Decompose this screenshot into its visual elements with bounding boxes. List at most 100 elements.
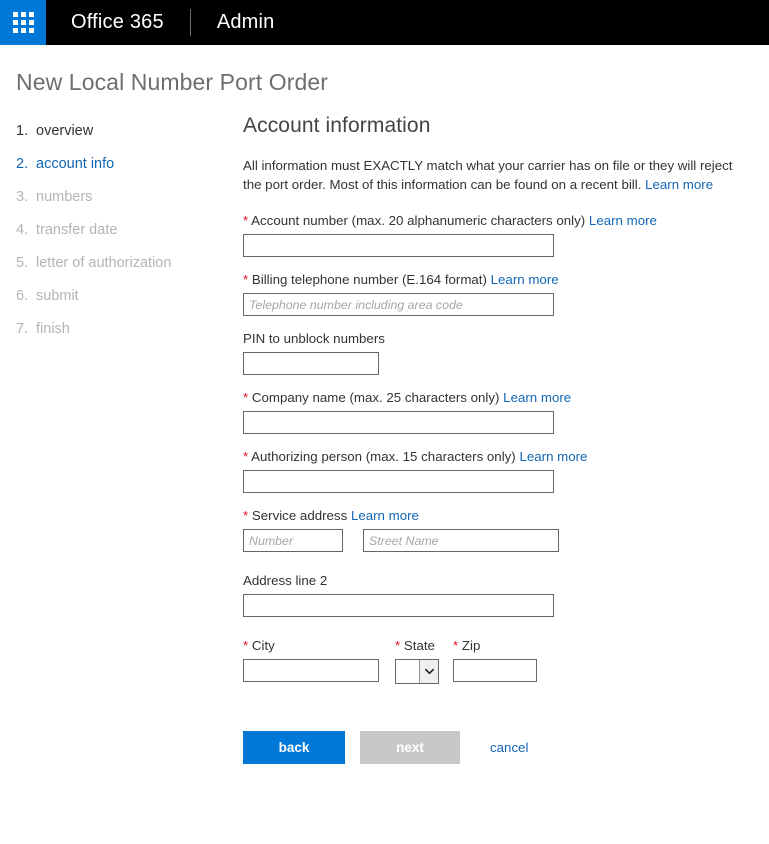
cancel-button[interactable]: cancel xyxy=(490,740,528,755)
wizard-step-number: 4. xyxy=(16,222,29,238)
back-button[interactable]: back xyxy=(243,731,345,764)
wizard-step-label: account info xyxy=(36,156,115,172)
billing-telephone-number-input[interactable] xyxy=(243,293,554,316)
field-group-company-name: * Company name (max. 25 characters only)… xyxy=(243,389,769,434)
required-marker: * xyxy=(243,213,249,228)
wizard-step-number: 5. xyxy=(16,255,29,271)
page-title: New Local Number Port Order xyxy=(16,69,329,95)
wizard-step-label: submit xyxy=(36,288,79,304)
city-state-zip-row: * City * State * Zip xyxy=(243,637,769,684)
wizard-step-letter-of-authorization: 5. letter of authorization xyxy=(16,254,227,272)
field-group-pin: PIN to unblock numbers xyxy=(243,330,769,375)
label-company-name: * Company name (max. 25 characters only)… xyxy=(243,389,769,406)
intro-learn-more-link[interactable]: Learn more xyxy=(645,177,713,192)
wizard-step-label: transfer date xyxy=(36,222,118,238)
field-group-account-number: * Account number (max. 20 alphanumeric c… xyxy=(243,212,769,257)
authorizing-person-learn-more-link[interactable]: Learn more xyxy=(519,449,587,464)
label-service-address: * Service address Learn more xyxy=(243,507,769,524)
account-number-learn-more-link[interactable]: Learn more xyxy=(589,213,657,228)
account-information-form: Account information All information must… xyxy=(227,114,769,764)
waffle-dot xyxy=(28,28,34,33)
wizard-step-number: 6. xyxy=(16,288,29,304)
wizard-step-label: finish xyxy=(36,321,70,337)
wizard-step-label: overview xyxy=(36,123,94,139)
wizard-step-label: numbers xyxy=(36,189,93,205)
company-name-input[interactable] xyxy=(243,411,554,434)
field-group-service-address: * Service address Learn more xyxy=(243,507,769,552)
wizard-step-account-info[interactable]: 2. account info xyxy=(16,155,227,173)
service-address-street-input[interactable] xyxy=(363,529,559,552)
intro-paragraph: All information must EXACTLY match what … xyxy=(243,156,749,194)
required-marker: * xyxy=(395,638,401,653)
label-text: Address line 2 xyxy=(243,573,328,588)
service-address-learn-more-link[interactable]: Learn more xyxy=(351,508,419,523)
suite-brand-link[interactable]: Office 365 xyxy=(46,0,190,45)
app-launcher-waffle-icon[interactable] xyxy=(0,0,46,45)
required-marker: * xyxy=(243,390,249,405)
wizard-step-submit: 6. submit xyxy=(16,287,227,305)
required-marker: * xyxy=(243,638,249,653)
service-address-row xyxy=(243,529,769,552)
field-group-authorizing-person: * Authorizing person (max. 15 characters… xyxy=(243,448,769,493)
waffle-dot xyxy=(20,20,26,25)
state-select-value xyxy=(396,660,419,683)
wizard-nav: 1. overview 2. account info 3. numbers 4… xyxy=(0,114,227,764)
waffle-dot xyxy=(28,20,34,25)
chevron-down-icon xyxy=(419,660,438,683)
label-authorizing-person: * Authorizing person (max. 15 characters… xyxy=(243,448,769,465)
waffle-dot xyxy=(20,12,26,17)
service-address-number-col xyxy=(243,529,343,552)
wizard-step-number: 2. xyxy=(16,156,29,172)
waffle-dot xyxy=(28,12,34,17)
suite-bar: Office 365 Admin xyxy=(0,0,769,45)
label-text: Billing telephone number (E.164 format) xyxy=(251,272,487,287)
label-text: State xyxy=(403,638,435,653)
required-marker: * xyxy=(243,272,249,287)
wizard-step-label: letter of authorization xyxy=(36,255,172,271)
page-body: 1. overview 2. account info 3. numbers 4… xyxy=(0,96,769,764)
waffle-dot xyxy=(12,28,18,33)
account-number-input[interactable] xyxy=(243,234,554,257)
waffle-grid xyxy=(12,12,34,33)
wizard-step-numbers: 3. numbers xyxy=(16,188,227,206)
label-zip: * Zip xyxy=(453,637,537,654)
field-group-address-line-2: Address line 2 xyxy=(243,572,769,617)
label-text: City xyxy=(251,638,275,653)
label-text: Authorizing person (max. 15 characters o… xyxy=(251,449,516,464)
label-text: Account number (max. 20 alphanumeric cha… xyxy=(251,213,586,228)
field-group-city-state-zip: * City * State * Zip xyxy=(243,637,769,684)
waffle-dot xyxy=(12,12,18,17)
city-input[interactable] xyxy=(243,659,379,682)
wizard-step-overview[interactable]: 1. overview xyxy=(16,122,227,140)
company-name-learn-more-link[interactable]: Learn more xyxy=(503,390,571,405)
state-col: * State xyxy=(395,637,439,684)
zip-input[interactable] xyxy=(453,659,537,682)
city-col: * City xyxy=(243,637,379,684)
label-pin: PIN to unblock numbers xyxy=(243,330,769,347)
pin-input[interactable] xyxy=(243,352,379,375)
billing-telephone-learn-more-link[interactable]: Learn more xyxy=(491,272,559,287)
state-select[interactable] xyxy=(395,659,439,684)
label-text: PIN to unblock numbers xyxy=(243,331,385,346)
form-actions: back next cancel xyxy=(243,731,769,764)
label-state: * State xyxy=(395,637,439,654)
required-marker: * xyxy=(243,449,249,464)
label-address-line-2: Address line 2 xyxy=(243,572,769,589)
address-line-2-input[interactable] xyxy=(243,594,554,617)
service-address-number-input[interactable] xyxy=(243,529,343,552)
authorizing-person-input[interactable] xyxy=(243,470,554,493)
field-group-billing-telephone-number: * Billing telephone number (E.164 format… xyxy=(243,271,769,316)
service-address-street-col xyxy=(363,529,559,552)
wizard-step-transfer-date: 4. transfer date xyxy=(16,221,227,239)
wizard-step-number: 7. xyxy=(16,321,29,337)
label-text: Service address xyxy=(251,508,348,523)
label-text: Company name (max. 25 characters only) xyxy=(251,390,500,405)
section-title: Account information xyxy=(243,114,431,137)
zip-col: * Zip xyxy=(453,637,537,684)
suite-app-name[interactable]: Admin xyxy=(191,0,295,45)
waffle-dot xyxy=(12,20,18,25)
required-marker: * xyxy=(243,508,249,523)
wizard-step-number: 1. xyxy=(16,123,29,139)
label-billing-telephone-number: * Billing telephone number (E.164 format… xyxy=(243,271,769,288)
next-button[interactable]: next xyxy=(360,731,460,764)
